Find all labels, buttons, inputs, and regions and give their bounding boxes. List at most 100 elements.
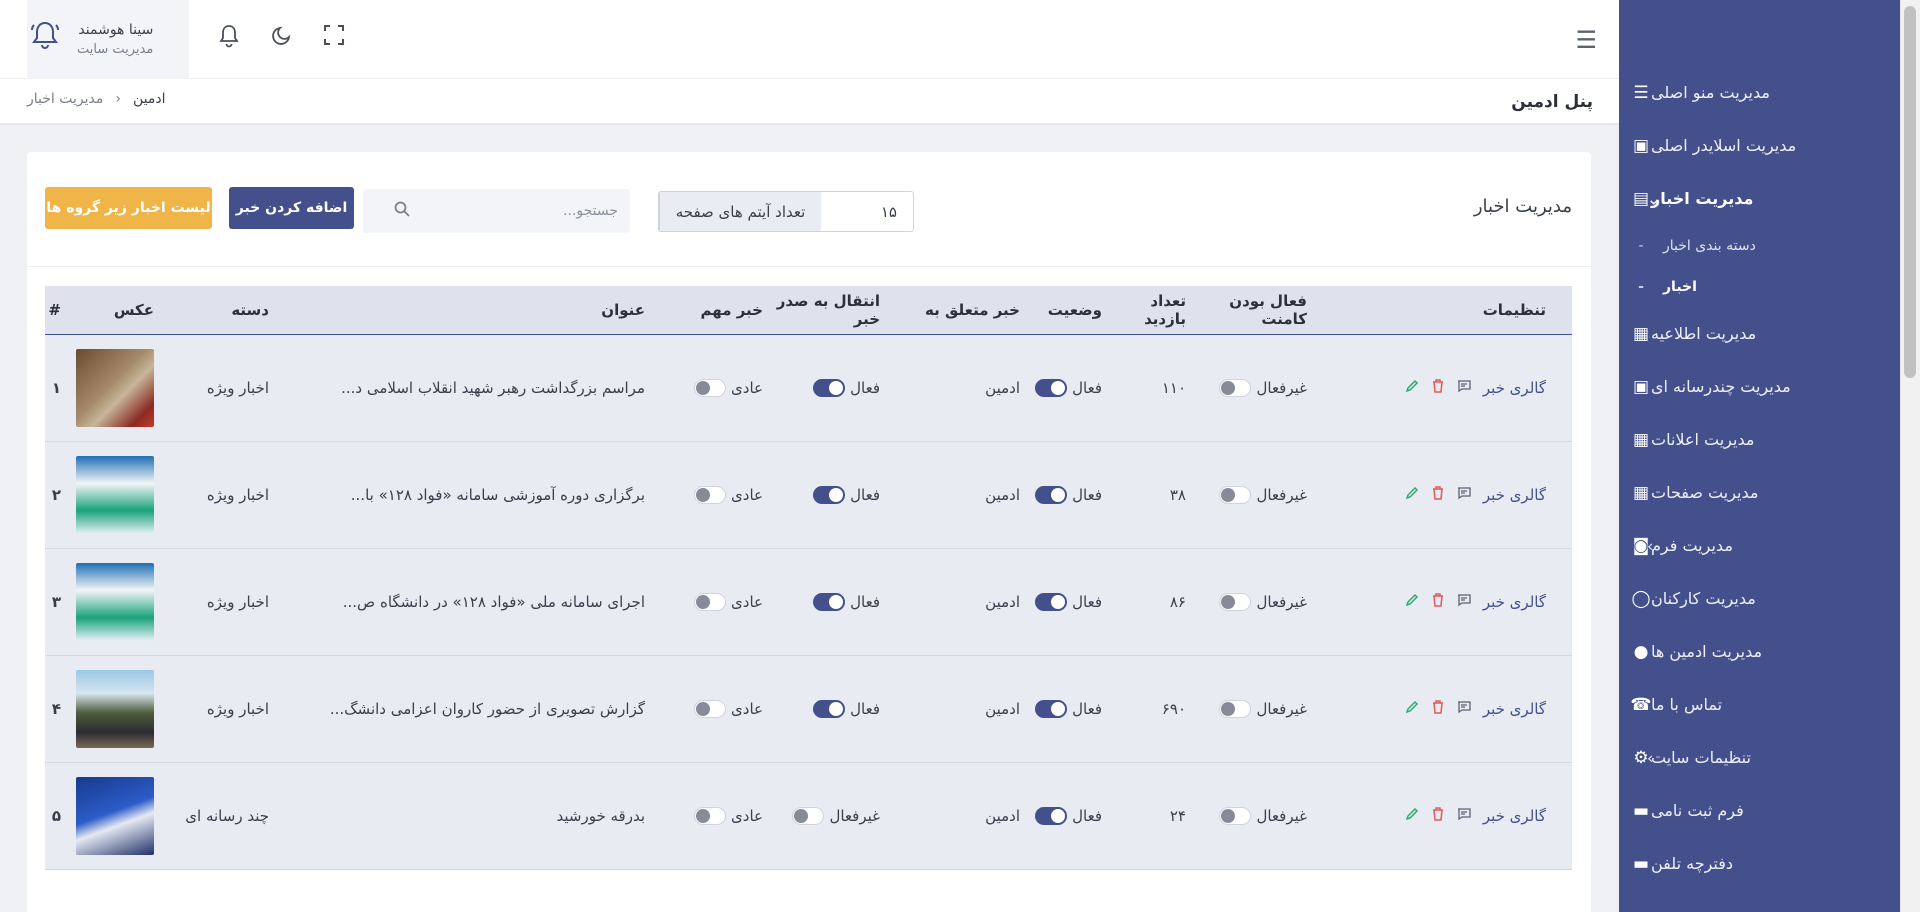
comments-toggle[interactable]: غیرفعال (1219, 807, 1307, 825)
status-toggle[interactable]: فعال (1035, 593, 1102, 611)
status-toggle[interactable]: فعال (1035, 379, 1102, 397)
toggle-switch[interactable] (1219, 807, 1252, 825)
sidebar-item-staff[interactable]: ◯ مدیریت کارکنان (1619, 572, 1900, 625)
breadcrumb-home[interactable]: ادمین (133, 91, 166, 107)
toggle-switch[interactable] (1219, 593, 1252, 611)
comments-toggle[interactable]: غیرفعال (1219, 593, 1307, 611)
image-icon: ▣ (1632, 135, 1650, 156)
toggle-switch[interactable] (1035, 379, 1068, 397)
comment-icon[interactable] (1457, 807, 1471, 825)
row-title: برگزاری دوره آموزشی سامانه «فواد ۱۲۸» با… (350, 486, 645, 504)
important-toggle[interactable]: عادی (694, 700, 763, 718)
delete-icon[interactable] (1431, 486, 1445, 504)
news-thumbnail[interactable] (71, 349, 167, 427)
edit-icon[interactable] (1405, 379, 1419, 397)
news-gallery-link[interactable]: گالری خبر (1483, 486, 1546, 504)
important-toggle[interactable]: عادی (694, 379, 763, 397)
search-input[interactable] (418, 203, 618, 219)
edit-icon[interactable] (1405, 807, 1419, 825)
toggle-switch[interactable] (1219, 700, 1252, 718)
news-thumbnail[interactable] (71, 670, 167, 748)
important-toggle[interactable]: عادی (694, 807, 763, 825)
news-gallery-link[interactable]: گالری خبر (1483, 807, 1546, 825)
edit-icon[interactable] (1405, 700, 1419, 718)
news-gallery-link[interactable]: گالری خبر (1483, 700, 1546, 718)
delete-icon[interactable] (1431, 593, 1445, 611)
user-profile[interactable]: سینا هوشمند مدیریت سایت (27, 0, 189, 79)
sidebar-item-pages[interactable]: ▦ مدیریت صفحات (1619, 466, 1900, 519)
sidebar-item-main-menu[interactable]: ☰ مدیریت منو اصلی (1619, 66, 1900, 119)
toggle-switch[interactable] (694, 379, 727, 397)
toggle-label: غیرفعال (1256, 593, 1307, 611)
news-thumbnail[interactable] (71, 563, 167, 641)
sidebar-item-news[interactable]: ▤ مدیریت اخبار ⌄ (1619, 172, 1900, 225)
fullscreen-icon[interactable] (323, 24, 345, 52)
delete-icon[interactable] (1431, 807, 1445, 825)
delete-icon[interactable] (1431, 379, 1445, 397)
sidebar-item-label: مدیریت اخبار (1651, 189, 1754, 208)
edit-icon[interactable] (1405, 593, 1419, 611)
edit-icon[interactable] (1405, 486, 1419, 504)
toggle-switch[interactable] (1035, 486, 1068, 504)
toggle-switch[interactable] (1219, 379, 1252, 397)
important-toggle[interactable]: عادی (694, 593, 763, 611)
transfer-toggle[interactable]: فعال (813, 486, 880, 504)
sidebar-item-announcement[interactable]: ▦ مدیریت اطلاعیه (1619, 307, 1900, 360)
transfer-toggle[interactable]: فعال (813, 379, 880, 397)
toggle-switch[interactable] (694, 486, 727, 504)
comments-toggle[interactable]: غیرفعال (1219, 379, 1307, 397)
comment-icon[interactable] (1457, 700, 1471, 718)
subgroup-news-list-button[interactable]: لیست اخبار زیر گروه ها (45, 187, 212, 229)
hamburger-icon[interactable]: ☰ (1575, 26, 1597, 54)
toggle-switch[interactable] (1035, 807, 1068, 825)
notification-bell-icon[interactable] (218, 24, 240, 54)
dark-mode-moon-icon[interactable] (271, 24, 293, 52)
toggle-switch[interactable] (813, 700, 846, 718)
page-scrollbar[interactable] (1900, 0, 1920, 912)
sidebar-item-main-slider[interactable]: ▣ مدیریت اسلایدر اصلی (1619, 119, 1900, 172)
sidebar-item-phonebook[interactable]: ▬ دفترچه تلفن (1619, 837, 1900, 890)
toggle-switch[interactable] (813, 593, 846, 611)
toggle-switch[interactable] (813, 379, 846, 397)
toggle-switch[interactable] (813, 486, 846, 504)
news-gallery-link[interactable]: گالری خبر (1483, 379, 1546, 397)
news-thumbnail[interactable] (71, 456, 167, 534)
sidebar-item-notices[interactable]: ▦ مدیریت اعلانات (1619, 413, 1900, 466)
comments-toggle[interactable]: غیرفعال (1219, 700, 1307, 718)
toggle-switch[interactable] (1035, 593, 1068, 611)
sidebar-item-site-settings[interactable]: ⚙ تنظیمات سایت › (1619, 731, 1900, 784)
sidebar-subitem-news[interactable]: - اخبار (1619, 266, 1900, 307)
toggle-switch[interactable] (1219, 486, 1252, 504)
toggle-switch[interactable] (694, 700, 727, 718)
scrollbar-thumb[interactable] (1904, 6, 1916, 378)
sidebar-item-contact[interactable]: ☎ تماس با ما (1619, 678, 1900, 731)
toggle-label: فعال (1072, 593, 1102, 611)
toggle-switch[interactable] (694, 807, 727, 825)
news-thumbnail[interactable] (71, 777, 167, 855)
sidebar-item-forms[interactable]: ◙ مدیریت فرم › (1619, 519, 1900, 572)
per-page-value[interactable]: ۱۵ (821, 192, 913, 231)
sidebar-item-admins[interactable]: ● مدیریت ادمین ها (1619, 625, 1900, 678)
status-toggle[interactable]: فعال (1035, 807, 1102, 825)
transfer-toggle[interactable]: فعال (813, 700, 880, 718)
row-category: اخبار ویژه (206, 593, 269, 611)
comment-icon[interactable] (1457, 593, 1471, 611)
delete-icon[interactable] (1431, 700, 1445, 718)
sidebar-item-registration-form[interactable]: ▬ فرم ثبت نامی (1619, 784, 1900, 837)
comments-toggle[interactable]: غیرفعال (1219, 486, 1307, 504)
news-gallery-link[interactable]: گالری خبر (1483, 593, 1546, 611)
toggle-switch[interactable] (694, 593, 727, 611)
comment-icon[interactable] (1457, 379, 1471, 397)
toggle-switch[interactable] (1035, 700, 1068, 718)
sidebar-item-multimedia[interactable]: ▣ مدیریت چندرسانه ای (1619, 360, 1900, 413)
transfer-toggle[interactable]: فعال (813, 593, 880, 611)
status-toggle[interactable]: فعال (1035, 486, 1102, 504)
sidebar-subitem-news-category[interactable]: - دسته بندی اخبار (1619, 225, 1900, 266)
comment-icon[interactable] (1457, 486, 1471, 504)
important-toggle[interactable]: عادی (694, 486, 763, 504)
transfer-toggle[interactable]: غیرفعال (792, 807, 880, 825)
toggle-switch[interactable] (792, 807, 825, 825)
add-news-button[interactable]: اضافه کردن خبر (229, 187, 354, 229)
per-page-selector[interactable]: تعداد آیتم های صفحه ۱۵ (658, 191, 914, 232)
status-toggle[interactable]: فعال (1035, 700, 1102, 718)
